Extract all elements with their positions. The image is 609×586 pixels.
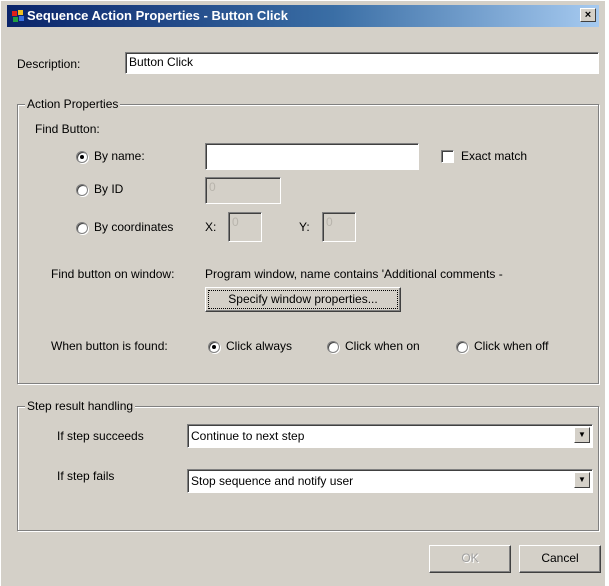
by-name-label: By name: [94,149,145,163]
ok-button[interactable]: OK [429,545,511,573]
cancel-label: Cancel [541,551,579,565]
if-succeeds-select[interactable]: Continue to next step [187,424,593,448]
if-fails-label: If step fails [57,469,115,483]
window-title: Sequence Action Properties - Button Clic… [27,8,289,23]
dialog: Sequence Action Properties - Button Clic… [0,0,605,586]
by-coordinates-radio[interactable] [76,222,88,234]
when-found-label: When button is found: [51,339,168,353]
find-on-window-value: Program window, name contains 'Additiona… [205,267,503,281]
if-fails-value: Stop sequence and notify user [191,474,354,488]
click-when-off-label: Click when off [474,339,549,353]
click-when-on-radio[interactable] [327,341,339,353]
description-input[interactable]: Button Click [125,52,599,74]
by-id-value: 0 [209,180,216,194]
click-when-off-radio[interactable] [456,341,468,353]
close-icon: × [584,9,592,21]
find-on-window-label: Find button on window: [51,267,175,281]
y-label: Y: [299,220,310,234]
step-result-group-label: Step result handling [25,399,136,413]
y-coordinate-value: 0 [326,215,333,229]
click-always-radio[interactable] [208,341,220,353]
by-id-input[interactable]: 0 [205,177,281,204]
program-icon [12,10,24,22]
action-properties-group-label: Action Properties [25,97,121,111]
exact-match-label: Exact match [461,149,528,163]
y-coordinate-input[interactable]: 0 [322,212,356,242]
by-name-radio[interactable] [76,151,88,163]
ok-label: OK [461,551,479,565]
dropdown-arrow-icon[interactable] [574,472,590,488]
exact-match-checkbox[interactable] [441,150,454,163]
by-coordinates-label: By coordinates [94,220,174,234]
by-id-label: By ID [94,182,124,196]
click-always-label: Click always [226,339,293,353]
x-label: X: [205,220,217,234]
if-fails-select[interactable]: Stop sequence and notify user [187,469,593,493]
description-label: Description: [17,57,81,71]
x-coordinate-value: 0 [232,215,239,229]
description-value: Button Click [129,55,194,69]
title-bar[interactable]: Sequence Action Properties - Button Clic… [7,5,599,27]
find-button-label: Find Button: [35,122,100,136]
close-button[interactable]: × [580,8,596,22]
if-succeeds-label: If step succeeds [57,429,144,443]
dropdown-arrow-icon[interactable] [574,427,590,443]
specify-window-properties-label: Specify window properties... [228,292,378,306]
cancel-button[interactable]: Cancel [519,545,601,573]
click-when-on-label: Click when on [345,339,420,353]
by-name-input[interactable] [205,143,419,170]
x-coordinate-input[interactable]: 0 [228,212,262,242]
by-id-radio[interactable] [76,184,88,196]
specify-window-properties-button[interactable]: Specify window properties... [205,287,401,312]
if-succeeds-value: Continue to next step [191,429,305,443]
